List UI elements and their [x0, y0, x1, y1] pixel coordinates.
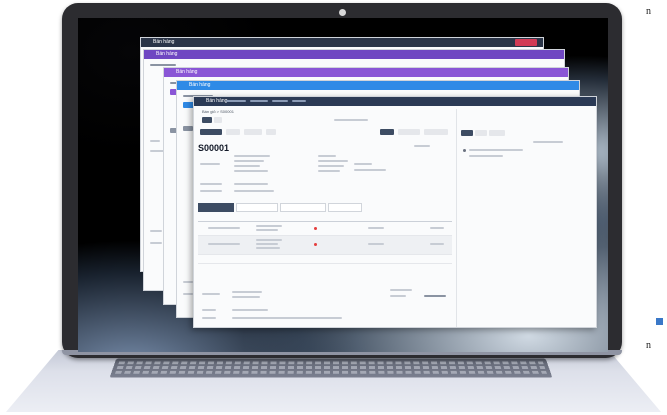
status-quotation[interactable] [380, 129, 394, 135]
table-row[interactable] [198, 255, 452, 264]
tab-other-info[interactable] [280, 203, 326, 212]
window-1-brand: Bán hàng [153, 39, 175, 45]
status-sales-order[interactable] [424, 129, 448, 135]
window-3-navbar: Bán hàng [164, 68, 568, 77]
window-4-brand: Bán hàng [189, 82, 211, 88]
avatar [463, 149, 466, 152]
send-email-button[interactable] [200, 129, 222, 135]
window-1-navbar: Bán hàng [141, 38, 543, 47]
confirm-button[interactable] [226, 129, 240, 135]
tabs [198, 203, 362, 212]
window-2-brand: Bán hàng [156, 51, 178, 57]
side-marker [656, 318, 663, 325]
table-row[interactable] [198, 222, 452, 236]
window-3-brand: Bán hàng [176, 69, 198, 75]
cancel-button[interactable] [266, 129, 276, 135]
log-note-button[interactable] [475, 130, 487, 136]
tab-order-lines[interactable] [198, 203, 234, 212]
window-4-navbar: Bán hàng [177, 81, 579, 90]
side-text-bottom: n [646, 340, 651, 351]
chatter-panel [456, 109, 596, 327]
tab-optional-products[interactable] [236, 203, 278, 212]
page: n n Bán hàng Bán hàng Bán hàng Bán hàng … [0, 0, 667, 415]
app-window-sale-order[interactable]: Bán hàng Bán giỏ > S00001 S00001 [193, 96, 597, 328]
send-message-button[interactable] [461, 130, 473, 136]
window-5-brand[interactable]: Bán hàng [206, 98, 227, 104]
new-button[interactable] [202, 117, 212, 123]
breadcrumb[interactable]: Bán giỏ > S00001 [202, 109, 234, 114]
preview-button[interactable] [244, 129, 262, 135]
window-2-navbar: Bán hàng [144, 50, 564, 59]
pager-button[interactable] [214, 117, 222, 123]
side-text-top: n [646, 6, 651, 17]
order-lines-table [198, 215, 452, 264]
window-1-user-badge[interactable] [515, 39, 537, 46]
document-number: S00001 [198, 143, 230, 153]
table-header [198, 215, 452, 222]
smart-button[interactable] [414, 145, 430, 147]
laptop-keyboard [109, 358, 553, 378]
table-row[interactable] [198, 236, 452, 255]
webcam-icon [339, 9, 346, 16]
status-sent[interactable] [398, 129, 420, 135]
tab-signature[interactable] [328, 203, 362, 212]
activities-button[interactable] [489, 130, 505, 136]
